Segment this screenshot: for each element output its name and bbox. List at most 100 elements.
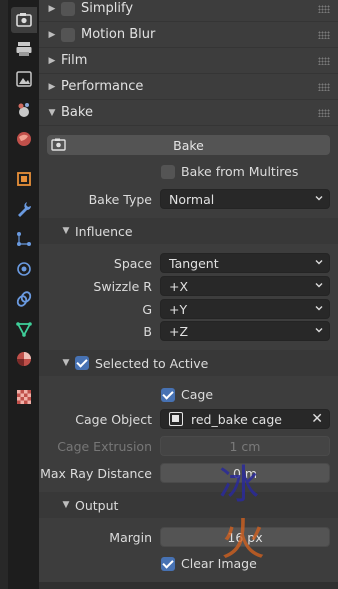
particles-icon: [17, 232, 31, 246]
collapsed-arrow-icon: ▶: [48, 3, 56, 14]
properties-tab-strip: [0, 0, 39, 589]
expanded-arrow-icon: ▼: [62, 500, 70, 510]
cage-object-label: Cage Object: [75, 411, 152, 427]
view-layer-icon: [16, 71, 32, 87]
swizzle-g-label: G: [142, 301, 152, 317]
tab-render[interactable]: [11, 7, 37, 33]
output-title: Output: [75, 497, 119, 513]
panel-bottom-edge: [39, 582, 338, 589]
expanded-arrow-icon: ▼: [62, 358, 70, 368]
tab-world[interactable]: [11, 126, 37, 152]
render-properties-panel: ▶ Simplify ▶ Motion Blur ▶ Film ▶ Perfor…: [39, 0, 338, 589]
panel-performance-label: Performance: [61, 79, 144, 94]
chevron-down-icon: [315, 196, 323, 201]
drag-grip-icon[interactable]: [318, 83, 330, 91]
panel-motion-blur-header[interactable]: ▶ Motion Blur: [39, 22, 338, 48]
output-icon: [16, 42, 32, 56]
swizzle-r-row: Swizzle R +X: [39, 275, 338, 297]
tab-scene[interactable]: [11, 97, 37, 123]
panel-performance-header[interactable]: ▶ Performance: [39, 74, 338, 100]
swizzle-r-dropdown[interactable]: +X: [160, 276, 330, 296]
expanded-arrow-icon: ▼: [48, 107, 56, 118]
panel-bake-header[interactable]: ▼ Bake: [39, 100, 338, 126]
drag-grip-icon[interactable]: [318, 5, 330, 13]
motion-blur-checkbox[interactable]: [61, 27, 75, 42]
simplify-checkbox[interactable]: [61, 1, 75, 16]
tab-view-layer[interactable]: [11, 66, 37, 92]
space-row: Space Tangent: [39, 252, 338, 274]
chevron-down-icon: [315, 260, 323, 265]
constraint-icon: [16, 291, 32, 307]
subpanel-selected-to-active-header[interactable]: ▼ Selected to Active: [39, 350, 338, 376]
bake-type-row: Bake Type Normal: [39, 188, 338, 210]
watermark-stamp-bottom: 火: [221, 514, 265, 565]
drag-grip-icon[interactable]: [318, 109, 330, 117]
cage-extrusion-row: Cage Extrusion 1 cm: [39, 435, 338, 457]
render-icon: [16, 13, 32, 27]
chevron-down-icon: [315, 306, 323, 311]
tab-modifiers[interactable]: [11, 196, 37, 222]
tab-particles[interactable]: [11, 226, 37, 252]
swizzle-r-value: +X: [169, 278, 189, 294]
bake-button[interactable]: Bake: [47, 135, 330, 155]
swizzle-b-label: B: [143, 323, 152, 339]
panel-simplify-label: Simplify: [81, 1, 134, 16]
cage-toggle[interactable]: Cage: [161, 387, 213, 402]
chevron-down-icon: [315, 283, 323, 288]
tab-rail: [0, 0, 8, 589]
bake-button-label: Bake: [173, 137, 204, 153]
panel-film-label: Film: [61, 53, 88, 68]
swizzle-r-label: Swizzle R: [93, 278, 152, 294]
tab-material[interactable]: [11, 346, 37, 372]
space-dropdown[interactable]: Tangent: [160, 253, 330, 273]
clear-image-checkbox[interactable]: [161, 556, 175, 571]
physics-icon: [17, 262, 31, 276]
tab-physics[interactable]: [11, 256, 37, 282]
swizzle-g-row: G +Y: [39, 298, 338, 320]
panel-bake-label: Bake: [61, 105, 93, 120]
panel-motion-blur-label: Motion Blur: [81, 27, 156, 42]
bake-type-dropdown[interactable]: Normal: [160, 189, 330, 209]
expanded-arrow-icon: ▼: [62, 226, 70, 236]
tab-output[interactable]: [11, 36, 37, 62]
drag-grip-icon[interactable]: [318, 57, 330, 65]
cage-label: Cage: [181, 387, 214, 402]
max-ray-distance-row: Max Ray Distance 0 m: [39, 462, 338, 484]
subpanel-influence-header[interactable]: ▼ Influence: [39, 218, 338, 244]
panel-film-header[interactable]: ▶ Film: [39, 48, 338, 74]
swizzle-g-value: +Y: [169, 301, 188, 317]
swizzle-b-dropdown[interactable]: +Z: [160, 321, 330, 341]
texture-icon: [17, 390, 31, 404]
cage-checkbox[interactable]: [161, 387, 175, 402]
clear-x-icon[interactable]: ✕: [311, 411, 323, 427]
tab-object[interactable]: [11, 166, 37, 192]
space-label: Space: [113, 255, 152, 271]
object-icon: [17, 172, 31, 186]
subpanel-output-header[interactable]: ▼ Output: [39, 492, 338, 518]
bake-from-multires-toggle[interactable]: Bake from Multires: [161, 164, 298, 179]
tab-texture[interactable]: [11, 384, 37, 410]
swizzle-b-value: +Z: [169, 323, 189, 339]
tab-constraints[interactable]: [11, 286, 37, 312]
cage-extrusion-label: Cage Extrusion: [57, 438, 152, 454]
modifier-wrench-icon: [18, 202, 31, 217]
selected-to-active-title: Selected to Active: [95, 355, 209, 371]
drag-grip-icon[interactable]: [318, 31, 330, 39]
cage-object-field[interactable]: red_bake cage ✕: [160, 409, 330, 429]
bake-type-label: Bake Type: [88, 191, 152, 207]
chevron-down-icon: [315, 328, 323, 333]
selected-to-active-checkbox[interactable]: [75, 356, 89, 370]
panel-simplify-header[interactable]: ▶ Simplify: [39, 0, 338, 22]
tab-object-data[interactable]: [11, 316, 37, 342]
collapsed-arrow-icon: ▶: [48, 81, 56, 92]
swizzle-g-dropdown[interactable]: +Y: [160, 299, 330, 319]
watermark-stamp-top: 冰: [219, 462, 259, 508]
max-ray-distance-label: Max Ray Distance: [40, 465, 152, 481]
swizzle-b-row: B +Z: [39, 320, 338, 342]
margin-label: Margin: [109, 529, 152, 545]
collapsed-arrow-icon: ▶: [48, 29, 56, 40]
bake-from-multires-checkbox[interactable]: [161, 164, 175, 179]
object-data-icon: [16, 322, 32, 337]
space-value: Tangent: [169, 255, 219, 271]
influence-title: Influence: [75, 223, 133, 239]
